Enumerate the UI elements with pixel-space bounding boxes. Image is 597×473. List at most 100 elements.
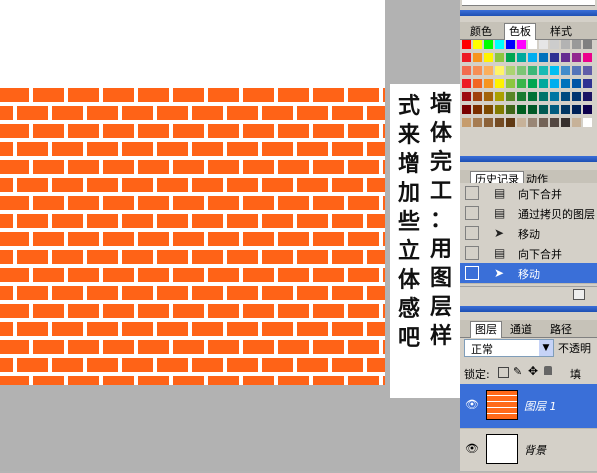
history-item[interactable]: ▤ 向下合并 bbox=[460, 183, 597, 204]
swatch[interactable] bbox=[583, 118, 593, 128]
swatch[interactable] bbox=[517, 53, 527, 63]
swatch[interactable] bbox=[473, 66, 483, 76]
swatch[interactable] bbox=[517, 118, 527, 128]
swatch[interactable] bbox=[539, 105, 549, 115]
swatch[interactable] bbox=[583, 66, 593, 76]
swatch[interactable] bbox=[561, 92, 571, 102]
swatch[interactable] bbox=[561, 118, 571, 128]
swatch[interactable] bbox=[561, 66, 571, 76]
layer-row[interactable]: 👁 图层 1 bbox=[460, 384, 597, 429]
swatches-grid[interactable] bbox=[462, 40, 597, 137]
swatch[interactable] bbox=[572, 40, 582, 50]
swatch[interactable] bbox=[462, 105, 472, 115]
swatch[interactable] bbox=[528, 105, 538, 115]
swatch[interactable] bbox=[462, 118, 472, 128]
swatch[interactable] bbox=[462, 53, 472, 63]
swatch[interactable] bbox=[528, 92, 538, 102]
swatch[interactable] bbox=[495, 105, 505, 115]
swatch[interactable] bbox=[550, 40, 560, 50]
swatch[interactable] bbox=[528, 79, 538, 89]
history-item[interactable]: ▤ 向下合并 bbox=[460, 243, 597, 264]
lock-transparency-icon[interactable] bbox=[498, 367, 509, 378]
swatch[interactable] bbox=[528, 40, 538, 50]
lock-move-icon[interactable]: ✥ bbox=[528, 364, 538, 378]
swatch[interactable] bbox=[550, 66, 560, 76]
swatch[interactable] bbox=[583, 79, 593, 89]
history-source-checkbox[interactable] bbox=[465, 246, 479, 260]
history-titlebar[interactable] bbox=[460, 156, 597, 162]
swatch[interactable] bbox=[528, 118, 538, 128]
swatch[interactable] bbox=[484, 105, 494, 115]
swatch[interactable] bbox=[495, 40, 505, 50]
swatch[interactable] bbox=[528, 66, 538, 76]
swatch[interactable] bbox=[517, 105, 527, 115]
swatch[interactable] bbox=[539, 79, 549, 89]
swatch[interactable] bbox=[484, 92, 494, 102]
swatch[interactable] bbox=[539, 40, 549, 50]
swatch[interactable] bbox=[462, 40, 472, 50]
swatch[interactable] bbox=[473, 118, 483, 128]
history-source-checkbox[interactable] bbox=[465, 266, 479, 280]
layer-row[interactable]: 👁 背景 bbox=[460, 428, 597, 473]
swatch[interactable] bbox=[572, 66, 582, 76]
swatch[interactable] bbox=[572, 92, 582, 102]
swatch[interactable] bbox=[484, 53, 494, 63]
swatch[interactable] bbox=[495, 66, 505, 76]
chevron-down-icon[interactable]: ▼ bbox=[539, 340, 553, 356]
document-blank-area[interactable] bbox=[0, 0, 385, 88]
swatch[interactable] bbox=[473, 53, 483, 63]
swatch[interactable] bbox=[572, 53, 582, 63]
swatch[interactable] bbox=[539, 66, 549, 76]
swatch[interactable] bbox=[539, 53, 549, 63]
swatch[interactable] bbox=[484, 79, 494, 89]
swatch[interactable] bbox=[462, 92, 472, 102]
swatch[interactable] bbox=[473, 92, 483, 102]
swatch[interactable] bbox=[506, 79, 516, 89]
history-source-checkbox[interactable] bbox=[465, 186, 479, 200]
tab-channels[interactable]: 通道 bbox=[506, 322, 536, 337]
swatch[interactable] bbox=[506, 40, 516, 50]
navigator-zoom-field[interactable] bbox=[462, 0, 595, 6]
swatch[interactable] bbox=[572, 118, 582, 128]
swatch[interactable] bbox=[561, 53, 571, 63]
lock-all-icon[interactable] bbox=[544, 366, 552, 375]
swatch[interactable] bbox=[550, 105, 560, 115]
swatch[interactable] bbox=[462, 79, 472, 89]
swatch[interactable] bbox=[561, 105, 571, 115]
swatch[interactable] bbox=[583, 92, 593, 102]
swatch[interactable] bbox=[583, 105, 593, 115]
swatch[interactable] bbox=[550, 118, 560, 128]
swatch[interactable] bbox=[539, 118, 549, 128]
swatch[interactable] bbox=[572, 105, 582, 115]
layers-titlebar[interactable] bbox=[460, 306, 597, 312]
swatch[interactable] bbox=[484, 118, 494, 128]
swatch[interactable] bbox=[506, 118, 516, 128]
swatch[interactable] bbox=[506, 92, 516, 102]
history-source-checkbox[interactable] bbox=[465, 206, 479, 220]
swatch[interactable] bbox=[583, 40, 593, 50]
tab-swatches[interactable]: 色板 bbox=[504, 23, 536, 40]
swatch[interactable] bbox=[561, 79, 571, 89]
history-item[interactable]: ➤ 移动 bbox=[460, 263, 597, 284]
swatch[interactable] bbox=[517, 66, 527, 76]
swatch[interactable] bbox=[561, 40, 571, 50]
swatch[interactable] bbox=[539, 92, 549, 102]
swatch[interactable] bbox=[495, 53, 505, 63]
swatch[interactable] bbox=[528, 53, 538, 63]
swatch[interactable] bbox=[506, 66, 516, 76]
tab-layers[interactable]: 图层 bbox=[470, 321, 502, 338]
swatch[interactable] bbox=[495, 79, 505, 89]
swatch[interactable] bbox=[517, 92, 527, 102]
swatch[interactable] bbox=[550, 79, 560, 89]
swatch[interactable] bbox=[473, 40, 483, 50]
swatch[interactable] bbox=[517, 40, 527, 50]
swatches-titlebar[interactable] bbox=[460, 10, 597, 16]
tab-paths[interactable]: 路径 bbox=[546, 322, 576, 337]
swatch[interactable] bbox=[473, 79, 483, 89]
blend-mode-select[interactable]: 正常 ▼ bbox=[464, 339, 554, 357]
swatch[interactable] bbox=[550, 92, 560, 102]
eye-icon[interactable]: 👁 bbox=[464, 398, 480, 412]
swatch[interactable] bbox=[484, 66, 494, 76]
eye-icon[interactable]: 👁 bbox=[464, 442, 480, 456]
new-snapshot-icon[interactable] bbox=[573, 289, 585, 300]
